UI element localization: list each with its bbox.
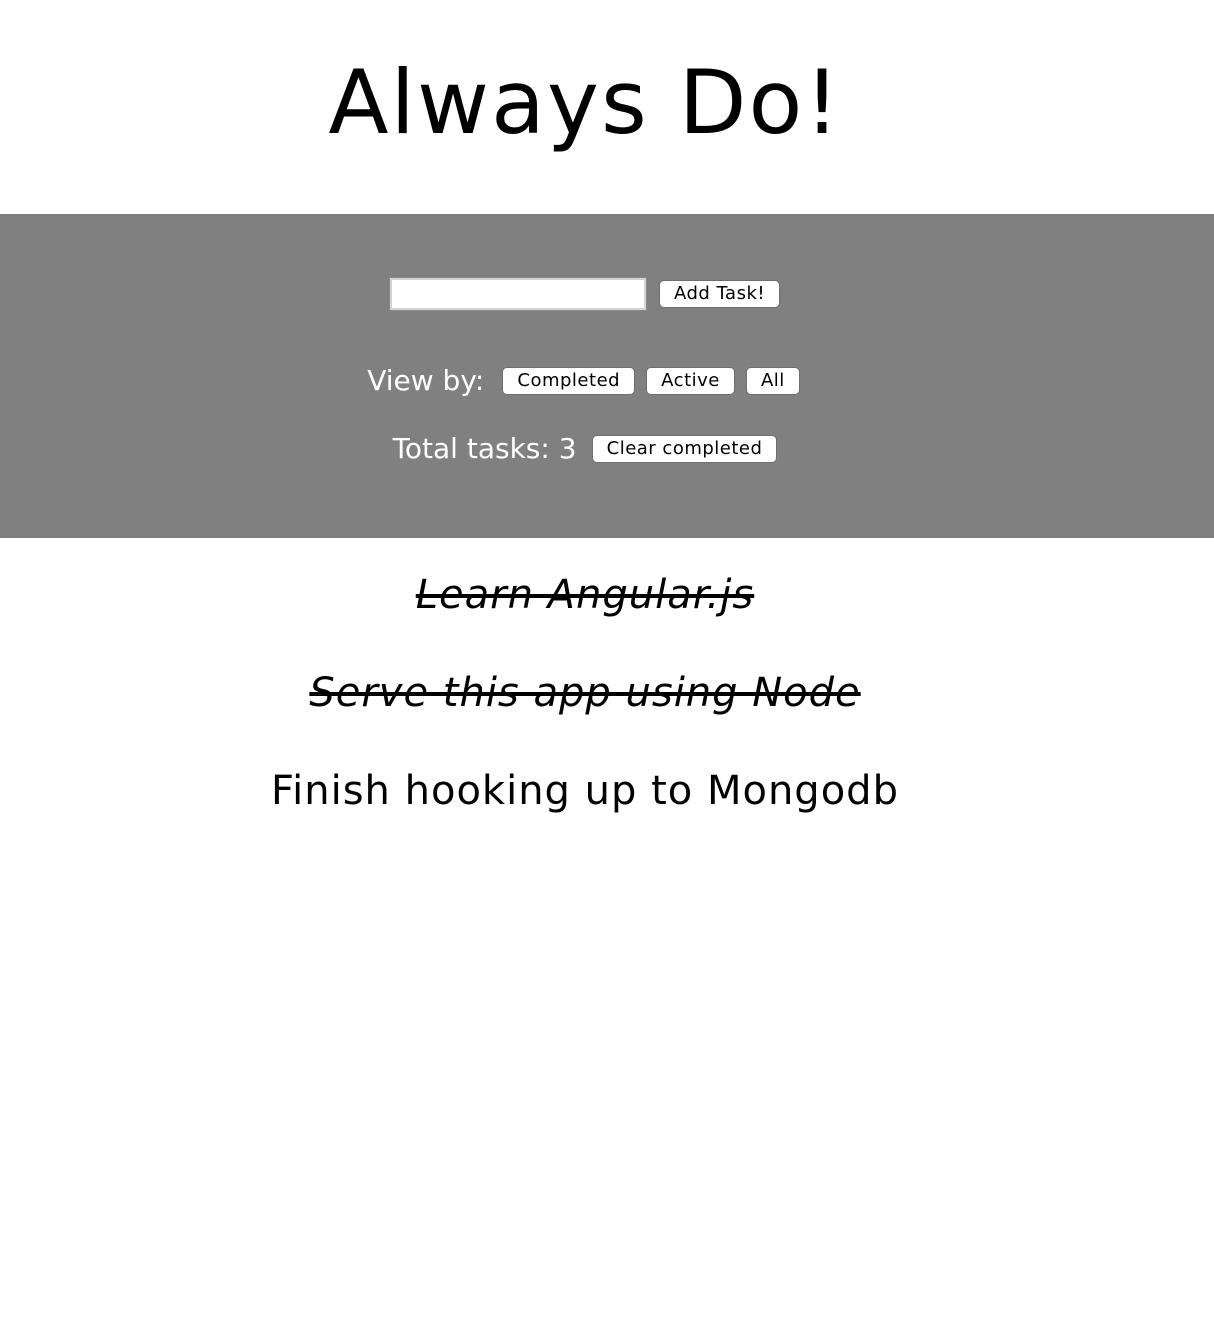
- app-title: Always Do!: [328, 51, 842, 154]
- filter-all-button[interactable]: All: [745, 366, 800, 395]
- total-tasks-label: Total tasks: 3: [392, 432, 577, 465]
- filter-active-button[interactable]: Active: [646, 366, 735, 395]
- view-filter: View by: Completed Active All: [0, 364, 1170, 397]
- task-item[interactable]: Finish hooking up to Mongodb: [0, 756, 1170, 854]
- task-list: Learn Angular.js Serve this app using No…: [0, 560, 1170, 854]
- clear-completed-button[interactable]: Clear completed: [591, 434, 778, 463]
- task-summary: Total tasks: 3 Clear completed: [0, 432, 1170, 465]
- task-item[interactable]: Learn Angular.js: [0, 560, 1170, 658]
- view-by-label: View by:: [367, 364, 485, 397]
- add-task-form: Add Task!: [0, 277, 1170, 318]
- controls-panel: Add Task! View by: Completed Active All …: [0, 214, 1214, 538]
- new-task-input[interactable]: [388, 277, 647, 311]
- task-item[interactable]: Serve this app using Node: [0, 658, 1170, 756]
- todo-app: Always Do! Add Task! View by: Completed …: [0, 0, 1214, 1332]
- filter-completed-button[interactable]: Completed: [502, 366, 636, 395]
- add-task-button[interactable]: Add Task!: [658, 280, 781, 308]
